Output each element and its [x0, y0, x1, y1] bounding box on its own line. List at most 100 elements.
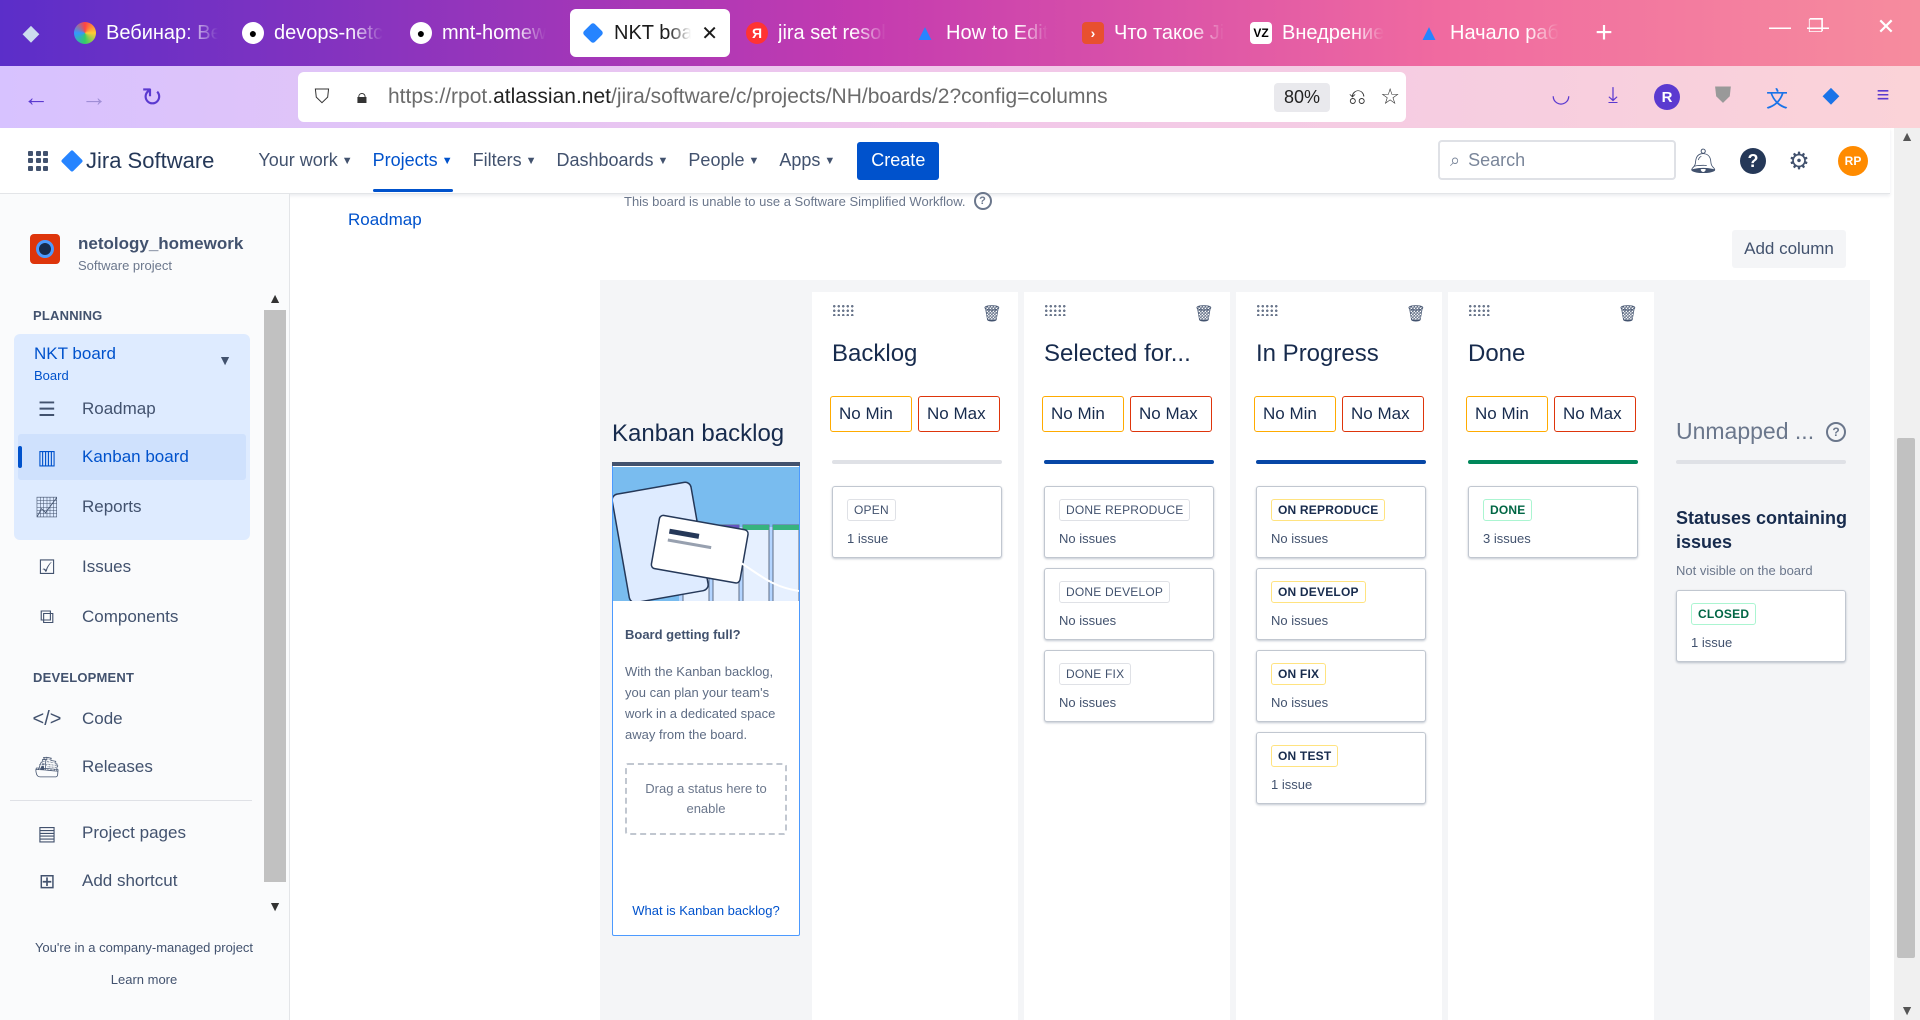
status-card[interactable]: ON DEVELOP No issues — [1256, 568, 1426, 640]
status-card[interactable]: ON FIX No issues — [1256, 650, 1426, 722]
address-bar[interactable]: ⛉ 🔒︎ https://rpot.atlassian.net/jira/sof… — [298, 72, 1406, 122]
shield-icon[interactable]: ⛉ — [302, 86, 342, 109]
settings-gear-icon[interactable]: ⚙ — [1784, 146, 1814, 176]
trash-icon[interactable]: 🗑︎ — [1194, 304, 1214, 324]
restore-window-icon[interactable]: ❐ — [1796, 16, 1836, 37]
status-card[interactable]: OPEN 1 issue — [832, 486, 1002, 558]
status-drop-zone[interactable]: Drag a status here to enable — [625, 763, 787, 835]
drag-handle-icon[interactable] — [1044, 304, 1066, 316]
url-text[interactable]: https://rpot.atlassian.net/jira/software… — [388, 85, 1108, 109]
column-title[interactable]: Done — [1468, 340, 1525, 368]
roadmap-link[interactable]: Roadmap — [348, 210, 422, 230]
project-header[interactable]: netology_homework Software project — [30, 234, 243, 273]
menu-filters[interactable]: Filters ▼ — [463, 128, 547, 194]
browser-tab[interactable]: Вебинар: Ве — [62, 9, 230, 57]
browser-logo-icon[interactable]: ◆ — [0, 0, 62, 66]
bookmark-star-icon[interactable]: ☆ — [1380, 84, 1400, 110]
column-title[interactable]: In Progress — [1256, 340, 1379, 368]
board-column[interactable]: 🗑︎ Backlog No Min No Max OPEN 1 issue — [812, 292, 1018, 1020]
pocket-icon[interactable]: ◡ — [1546, 82, 1576, 108]
menu-icon[interactable]: ≡ — [1868, 82, 1898, 108]
column-max-input[interactable]: No Max — [1554, 396, 1636, 432]
status-card[interactable]: ON TEST 1 issue — [1256, 732, 1426, 804]
scroll-up-icon[interactable]: ▲ — [1894, 128, 1920, 144]
status-card[interactable]: DONE DEVELOP No issues — [1044, 568, 1214, 640]
board-name[interactable]: NKT board — [34, 344, 116, 364]
sidebar-item-kanban-board[interactable]: ▥ Kanban board — [34, 444, 189, 470]
user-avatar[interactable]: RP — [1838, 146, 1868, 176]
create-button[interactable]: Create — [857, 141, 940, 180]
browser-tab-active[interactable]: NKT board ✕ — [570, 9, 730, 57]
column-title[interactable]: Selected for... — [1044, 340, 1191, 368]
help-circle-icon[interactable]: ? — [1826, 421, 1847, 442]
add-column-button[interactable]: Add column — [1732, 230, 1846, 268]
forward-arrow-icon[interactable]: → — [72, 75, 116, 119]
board-column[interactable]: 🗑︎ In Progress No Min No Max ON REPRODUC… — [1236, 292, 1442, 1020]
status-card[interactable]: CLOSED 1 issue — [1676, 590, 1846, 662]
translate-icon[interactable]: ⎌ — [1348, 84, 1366, 110]
sidebar-item-issues[interactable]: ☑ Issues — [34, 554, 131, 580]
browser-tab[interactable]: › Что такое Ji — [1070, 9, 1238, 57]
browser-tab[interactable]: VZ Внедрение — [1238, 9, 1406, 57]
sidebar-item-roadmap[interactable]: ☰ Roadmap — [34, 396, 156, 422]
sidebar-scrollbar-thumb[interactable] — [264, 310, 286, 882]
gem-extension-icon[interactable]: ◆ — [1816, 82, 1846, 108]
browser-tab[interactable]: ● devops-netc — [230, 9, 398, 57]
sidebar-item-project-pages[interactable]: ▤ Project pages — [34, 820, 186, 846]
drag-handle-icon[interactable] — [1468, 304, 1490, 316]
app-switcher-icon[interactable] — [28, 150, 48, 171]
column-min-input[interactable]: No Min — [1042, 396, 1124, 432]
shield-extension-icon[interactable]: ⛊ — [1708, 82, 1738, 108]
menu-people[interactable]: People ▼ — [678, 128, 769, 194]
menu-apps[interactable]: Apps ▼ — [769, 128, 845, 194]
jira-logo[interactable]: Jira Software — [60, 148, 214, 174]
kanban-backlog-help-link[interactable]: What is Kanban backlog? — [613, 903, 799, 918]
close-window-icon[interactable]: ✕ — [1866, 14, 1906, 40]
sidebar-scrollbar[interactable]: ▲ ▼ — [262, 290, 288, 922]
profile-avatar[interactable]: R — [1654, 84, 1680, 110]
sidebar-item-components[interactable]: ⧉ Components — [34, 604, 179, 630]
trash-icon[interactable]: 🗑︎ — [1406, 304, 1426, 324]
notifications-bell-icon[interactable]: 🔔︎ — [1688, 146, 1718, 176]
scroll-up-icon[interactable]: ▲ — [262, 290, 288, 306]
chevron-down-icon[interactable]: ▼ — [218, 352, 232, 368]
column-min-input[interactable]: No Min — [830, 396, 912, 432]
status-card[interactable]: DONE FIX No issues — [1044, 650, 1214, 722]
column-min-input[interactable]: No Min — [1254, 396, 1336, 432]
browser-tab[interactable]: Я jira set resol — [734, 9, 902, 57]
minimize-window-icon[interactable]: — — [1760, 14, 1800, 40]
column-title[interactable]: Backlog — [832, 340, 917, 368]
sidebar-item-reports[interactable]: 📈︎ Reports — [34, 494, 141, 520]
trash-icon[interactable]: 🗑︎ — [982, 304, 1002, 324]
board-column[interactable]: 🗑︎ Done No Min No Max DONE 3 issues — [1448, 292, 1654, 1020]
help-circle-icon[interactable]: ? — [973, 192, 992, 210]
column-max-input[interactable]: No Max — [1130, 396, 1212, 432]
zoom-level-button[interactable]: 80% — [1273, 82, 1330, 112]
status-card[interactable]: ON REPRODUCE No issues — [1256, 486, 1426, 558]
browser-tab[interactable]: ● mnt-homew — [398, 9, 566, 57]
close-tab-icon[interactable]: ✕ — [701, 21, 718, 46]
drag-handle-icon[interactable] — [1256, 304, 1278, 316]
scrollbar-thumb[interactable] — [1897, 438, 1915, 958]
browser-tab[interactable]: ▲ Начало раб — [1406, 9, 1574, 57]
browser-tab[interactable]: ▲ How to Edit — [902, 9, 1070, 57]
lock-icon[interactable]: 🔒︎ — [342, 86, 382, 109]
status-card[interactable]: DONE 3 issues — [1468, 486, 1638, 558]
sidebar-item-code[interactable]: </> Code — [33, 706, 123, 732]
sidebar-item-releases[interactable]: ⛴ Releases — [34, 754, 153, 780]
reload-icon[interactable]: ↻ — [130, 75, 174, 119]
column-min-input[interactable]: No Min — [1466, 396, 1548, 432]
drag-handle-icon[interactable] — [832, 304, 854, 316]
translate-extension-icon[interactable]: 文 — [1762, 82, 1792, 114]
status-card[interactable]: DONE REPRODUCE No issues — [1044, 486, 1214, 558]
sidebar-item-add-shortcut[interactable]: ⊞ Add shortcut — [34, 868, 178, 894]
scroll-down-icon[interactable]: ▼ — [262, 898, 288, 914]
help-icon[interactable]: ? — [1740, 148, 1766, 174]
menu-projects[interactable]: Projects ▼ — [363, 128, 463, 194]
trash-icon[interactable]: 🗑︎ — [1618, 304, 1638, 324]
scroll-down-icon[interactable]: ▼ — [1894, 1002, 1920, 1018]
learn-more-link[interactable]: Learn more — [0, 972, 288, 987]
menu-dashboards[interactable]: Dashboards ▼ — [546, 128, 678, 194]
back-arrow-icon[interactable]: ← — [14, 75, 58, 119]
menu-your-work[interactable]: Your work ▼ — [248, 128, 362, 194]
